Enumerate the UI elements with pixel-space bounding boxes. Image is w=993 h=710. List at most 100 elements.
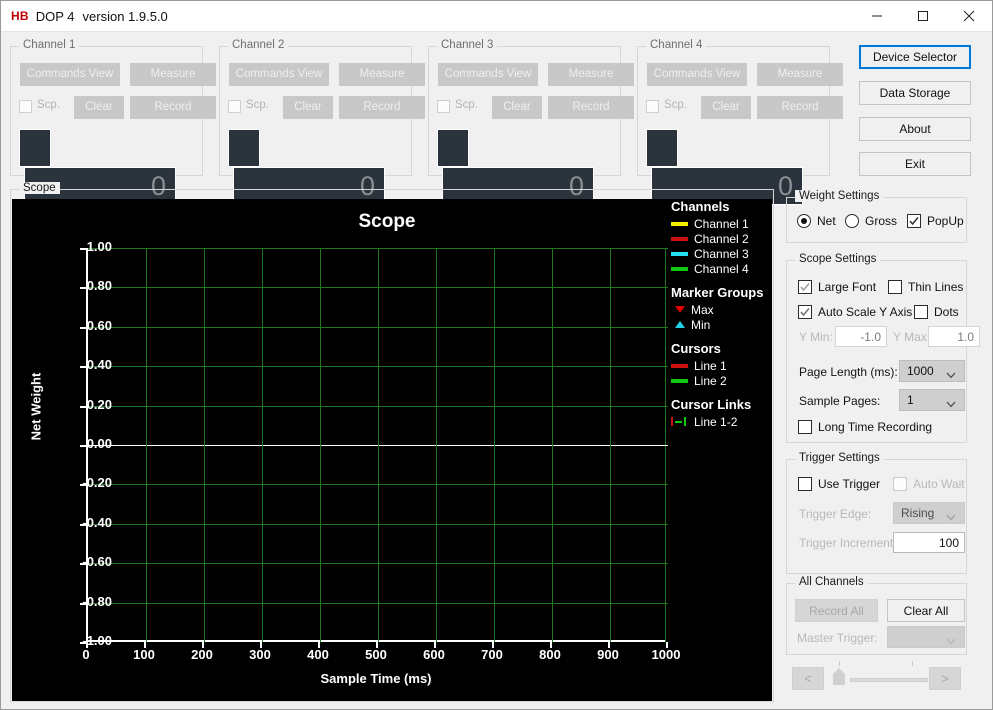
page-length-select[interactable]: 1000 (899, 360, 965, 382)
long-time-recording-checkbox[interactable] (798, 420, 812, 434)
legend-swatch-line-2 (671, 378, 688, 383)
chart-legend: Channels Channel 1 Channel 2 Channel 3 C… (662, 199, 772, 429)
gridline-vertical (610, 248, 611, 642)
triangle-down-icon (675, 306, 685, 313)
legend-label-max: Max (691, 302, 714, 317)
data-storage-button[interactable]: Data Storage (859, 81, 971, 105)
x-tick-label: 100 (133, 647, 155, 662)
trigger-edge-label: Trigger Edge: (799, 507, 872, 521)
clear-button-2[interactable]: Clear (283, 96, 333, 119)
legend-swatch-channel-4 (671, 266, 688, 271)
dots-label: Dots (934, 305, 959, 319)
auto-wait-label: Auto Wait (913, 477, 965, 491)
y-tick-label: 0.80 (86, 278, 112, 293)
legend-label-channel-4: Channel 4 (694, 261, 749, 276)
about-button[interactable]: About (859, 117, 971, 141)
scp-label-1: Scp. (37, 99, 61, 111)
channel-4-title: Channel 4 (646, 39, 707, 51)
sample-pages-select[interactable]: 1 (899, 389, 965, 411)
y-tick-mark (80, 327, 86, 329)
thin-lines-checkbox[interactable] (888, 280, 902, 294)
x-tick-mark (260, 642, 262, 648)
gridline-vertical (378, 248, 379, 642)
legend-item-channel-1: Channel 1 (671, 216, 772, 231)
channel-3-title: Channel 3 (437, 39, 498, 51)
legend-label-channel-3: Channel 3 (694, 246, 749, 261)
x-tick-label: 1000 (651, 647, 681, 662)
large-font-checkbox[interactable] (798, 280, 812, 294)
legend-label-line-1: Line 1 (694, 358, 727, 373)
dots-checkbox[interactable] (914, 305, 928, 319)
record-button-3[interactable]: Record (548, 96, 634, 119)
y-tick-label: 0.60 (86, 318, 112, 333)
channel-panel-2: Channel 2 Commands View Measure Scp. Cle… (219, 39, 425, 205)
channel-panel-3: Channel 3 Commands View Measure Scp. Cle… (428, 39, 634, 205)
measure-button-2[interactable]: Measure (339, 63, 425, 86)
legend-heading-channels: Channels (671, 199, 730, 214)
legend-label-channel-1: Channel 1 (694, 216, 749, 231)
y-tick-label: 1.00 (86, 239, 112, 254)
legend-item-channel-3: Channel 3 (671, 246, 772, 261)
clear-button-4[interactable]: Clear (701, 96, 751, 119)
next-page-button: > (929, 667, 961, 690)
page-slider-thumb[interactable] (833, 668, 845, 685)
trigger-increments-label: Trigger Increments: (799, 536, 903, 550)
y-min-field[interactable]: -1.0 (835, 326, 887, 347)
legend-heading-marker-groups: Marker Groups (671, 285, 764, 300)
chart-title: Scope (358, 211, 416, 232)
page-slider-track[interactable] (850, 678, 928, 682)
net-radio[interactable] (797, 214, 811, 228)
maximize-icon[interactable] (900, 1, 946, 32)
legend-label-line-1-2: Line 1-2 (694, 414, 738, 429)
clear-button-1[interactable]: Clear (74, 96, 124, 119)
x-tick-label: 300 (249, 647, 271, 662)
clear-all-button[interactable]: Clear All (887, 599, 965, 622)
legend-item-line-1: Line 1 (671, 358, 772, 373)
cursor-link-icon (671, 417, 688, 426)
scp-checkbox-1[interactable] (19, 100, 32, 113)
close-icon[interactable] (946, 1, 992, 32)
measure-button-3[interactable]: Measure (548, 63, 634, 86)
y-tick-label: -0.40 (82, 515, 112, 530)
x-tick-label: 500 (365, 647, 387, 662)
popup-checkbox[interactable] (907, 214, 921, 228)
y-tick-label: -0.60 (82, 554, 112, 569)
use-trigger-label: Use Trigger (818, 477, 881, 491)
device-selector-button[interactable]: Device Selector (859, 45, 971, 69)
scp-checkbox-3[interactable] (437, 100, 450, 113)
popup-label: PopUp (927, 214, 964, 228)
record-button-4[interactable]: Record (757, 96, 843, 119)
record-button-1[interactable]: Record (130, 96, 216, 119)
scp-checkbox-2[interactable] (228, 100, 241, 113)
commands-view-button-2[interactable]: Commands View (229, 63, 329, 86)
scope-plot[interactable]: Scope Net Weight Sample Time (ms) 1.00 0.… (12, 199, 772, 701)
dop4-main-window: HB DOP 4 version 1.9.5.0 Channel 1 Comma… (0, 0, 993, 710)
commands-view-button-3[interactable]: Commands View (438, 63, 538, 86)
auto-scale-y-axis-checkbox[interactable] (798, 305, 812, 319)
clear-button-3[interactable]: Clear (492, 96, 542, 119)
page-length-label: Page Length (ms): (799, 365, 898, 379)
measure-button-4[interactable]: Measure (757, 63, 843, 86)
measure-button-1[interactable]: Measure (130, 63, 216, 86)
record-button-2[interactable]: Record (339, 96, 425, 119)
exit-button[interactable]: Exit (859, 152, 971, 176)
page-length-value: 1000 (907, 364, 934, 378)
scp-checkbox-4[interactable] (646, 100, 659, 113)
x-tick-mark (550, 642, 552, 648)
gridline-vertical (494, 248, 495, 642)
x-tick-mark (492, 642, 494, 648)
commands-view-button-1[interactable]: Commands View (20, 63, 120, 86)
gross-radio[interactable] (845, 214, 859, 228)
auto-scale-y-axis-label: Auto Scale Y Axis (818, 305, 913, 319)
x-tick-mark (434, 642, 436, 648)
gridline-vertical (262, 248, 263, 642)
gridline-vertical (204, 248, 205, 642)
commands-view-button-4[interactable]: Commands View (647, 63, 747, 86)
minimize-icon[interactable] (854, 1, 900, 32)
scope-settings-label: Scope Settings (795, 253, 881, 265)
channel-2-title: Channel 2 (228, 39, 289, 51)
legend-item-max: Max (671, 302, 772, 317)
y-max-field[interactable]: 1.0 (928, 326, 980, 347)
legend-item-min: Min (671, 317, 772, 332)
use-trigger-checkbox[interactable] (798, 477, 812, 491)
